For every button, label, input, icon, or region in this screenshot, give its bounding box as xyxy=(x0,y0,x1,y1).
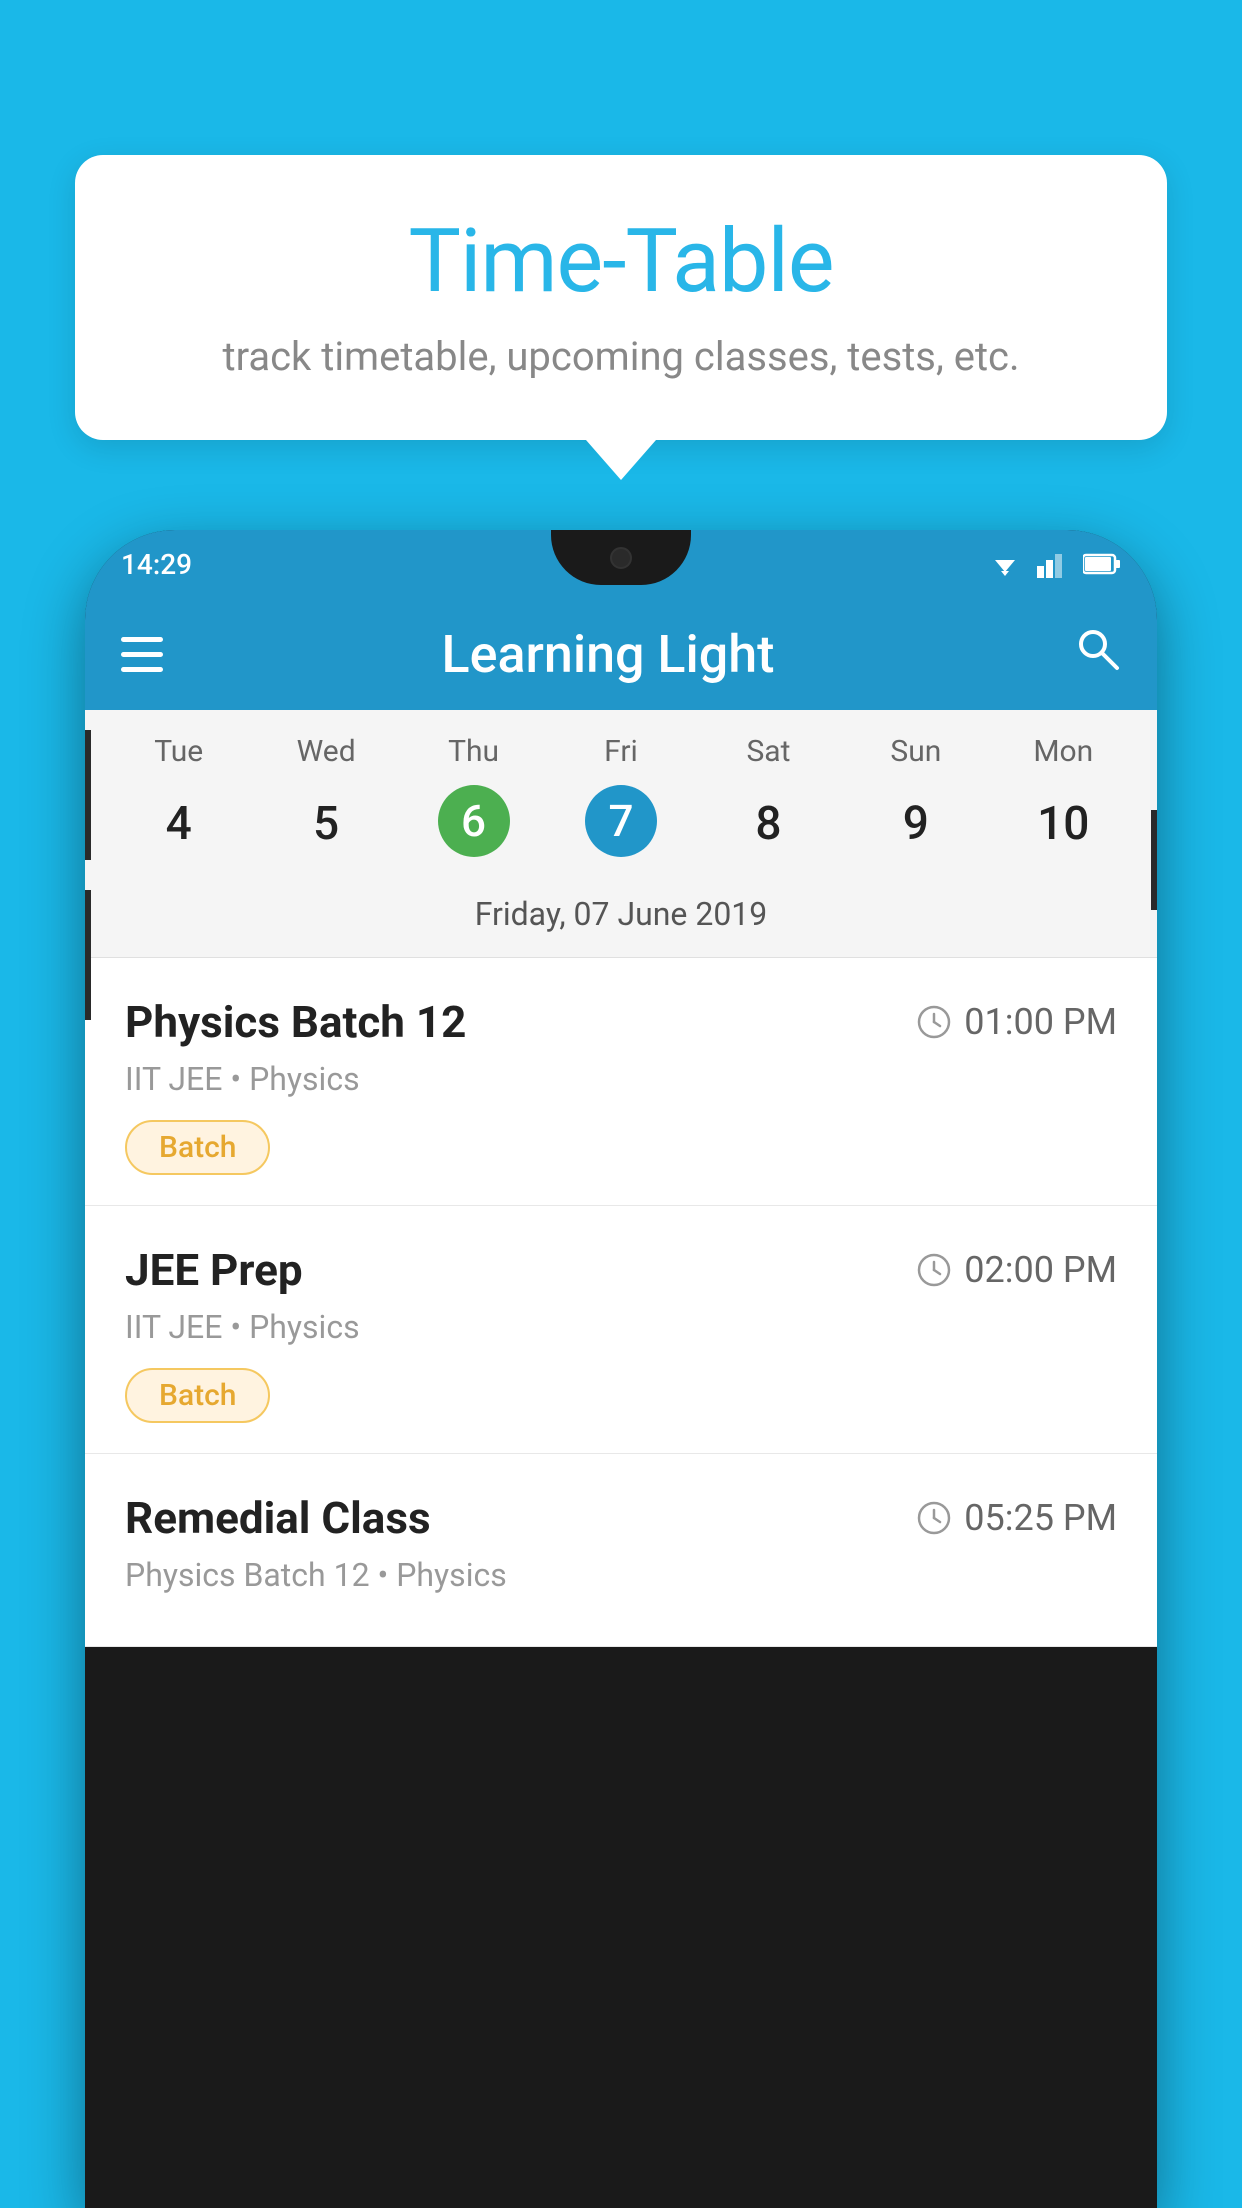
volume-down-button xyxy=(85,890,91,1020)
schedule-time-1: 01:00 PM xyxy=(916,1001,1117,1043)
volume-up-button xyxy=(85,730,91,860)
day-headers: Tue Wed Thu Fri Sat Sun Mon xyxy=(85,710,1157,777)
schedule-item-3-header: Remedial Class 05:25 PM xyxy=(125,1492,1117,1544)
day-4[interactable]: 4 xyxy=(105,785,252,863)
day-10[interactable]: 10 xyxy=(990,785,1137,863)
day-header-wed: Wed xyxy=(252,734,399,769)
schedule-subtitle-3: Physics Batch 12 • Physics xyxy=(125,1556,1117,1594)
power-button xyxy=(1151,810,1157,910)
day-5[interactable]: 5 xyxy=(252,785,399,863)
day-6-today[interactable]: 6 xyxy=(438,785,510,857)
schedule-item-1[interactable]: Physics Batch 12 01:00 PM IIT JEE • Phys… xyxy=(85,958,1157,1206)
day-8[interactable]: 8 xyxy=(695,785,842,863)
day-header-tue: Tue xyxy=(105,734,252,769)
schedule-title-3: Remedial Class xyxy=(125,1492,431,1544)
signal-icon xyxy=(1037,550,1069,578)
schedule-time-2: 02:00 PM xyxy=(916,1249,1117,1291)
calendar-section: Tue Wed Thu Fri Sat Sun Mon 4 5 6 7 8 9 … xyxy=(85,710,1157,958)
app-bar: Learning Light xyxy=(85,598,1157,710)
app-title: Learning Light xyxy=(143,624,1073,685)
tooltip-title: Time-Table xyxy=(135,210,1107,313)
day-header-sat: Sat xyxy=(695,734,842,769)
day-header-thu: Thu xyxy=(400,734,547,769)
day-header-mon: Mon xyxy=(990,734,1137,769)
day-numbers: 4 5 6 7 8 9 10 xyxy=(85,777,1157,883)
status-bar: 14:29 xyxy=(85,530,1157,598)
clock-icon-2 xyxy=(916,1252,952,1288)
schedule-time-3: 05:25 PM xyxy=(916,1497,1117,1539)
tooltip-subtitle: track timetable, upcoming classes, tests… xyxy=(135,333,1107,380)
battery-icon xyxy=(1083,553,1121,575)
tooltip-card: Time-Table track timetable, upcoming cla… xyxy=(75,155,1167,440)
schedule-list: Physics Batch 12 01:00 PM IIT JEE • Phys… xyxy=(85,958,1157,1647)
status-icons xyxy=(987,550,1121,578)
camera xyxy=(610,547,632,569)
phone-frame: 14:29 xyxy=(85,530,1157,2208)
selected-date-label: Friday, 07 June 2019 xyxy=(85,883,1157,958)
schedule-item-2-header: JEE Prep 02:00 PM xyxy=(125,1244,1117,1296)
status-time: 14:29 xyxy=(121,548,192,581)
clock-icon-1 xyxy=(916,1004,952,1040)
wifi-icon xyxy=(987,550,1023,578)
schedule-item-1-header: Physics Batch 12 01:00 PM xyxy=(125,996,1117,1048)
schedule-item-3[interactable]: Remedial Class 05:25 PM Physics Batch 12… xyxy=(85,1454,1157,1647)
schedule-title-2: JEE Prep xyxy=(125,1244,303,1296)
clock-icon-3 xyxy=(916,1500,952,1536)
batch-badge-1: Batch xyxy=(125,1120,270,1175)
schedule-item-2[interactable]: JEE Prep 02:00 PM IIT JEE • Physics Batc… xyxy=(85,1206,1157,1454)
batch-badge-2: Batch xyxy=(125,1368,270,1423)
schedule-title-1: Physics Batch 12 xyxy=(125,996,466,1048)
schedule-subtitle-1: IIT JEE • Physics xyxy=(125,1060,1117,1098)
day-7-selected[interactable]: 7 xyxy=(585,785,657,857)
day-header-fri: Fri xyxy=(547,734,694,769)
notch xyxy=(551,530,691,585)
day-header-sun: Sun xyxy=(842,734,989,769)
schedule-subtitle-2: IIT JEE • Physics xyxy=(125,1308,1117,1346)
day-9[interactable]: 9 xyxy=(842,785,989,863)
search-button[interactable] xyxy=(1073,624,1121,684)
